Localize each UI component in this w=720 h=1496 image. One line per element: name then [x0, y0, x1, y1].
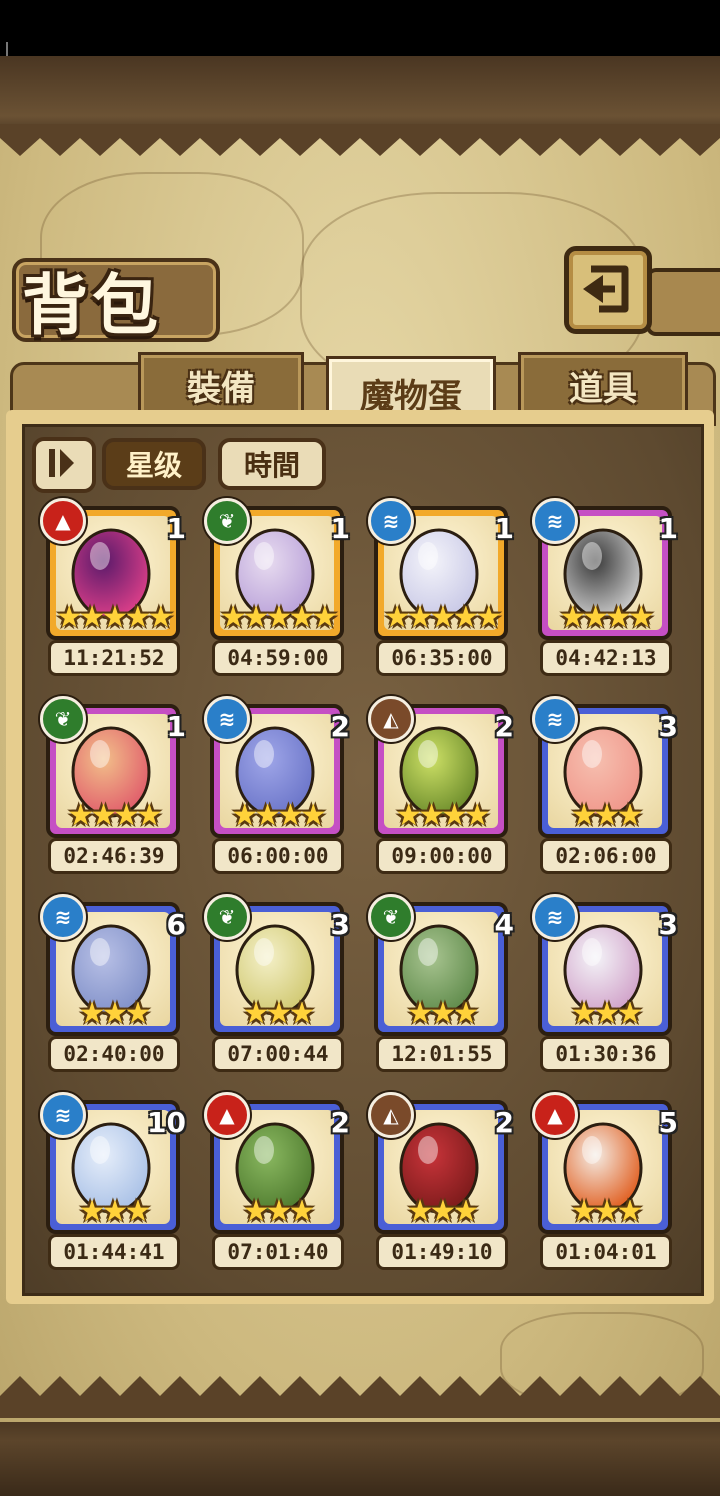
- egg-star-rating: ★★★: [406, 996, 480, 1031]
- egg-count: 5: [658, 1106, 678, 1139]
- monster-egg-card[interactable]: ❦ 3 ★★★ 07:00:44: [204, 894, 360, 1072]
- hatch-timer: 04:42:13: [540, 640, 672, 676]
- egg-count: 2: [330, 1106, 350, 1139]
- monster-egg-card[interactable]: ◭ 2 ★★★ 01:49:10: [368, 1092, 524, 1270]
- egg-count: 10: [147, 1106, 186, 1139]
- water-element-icon: ≋: [40, 1092, 86, 1138]
- monster-egg-card[interactable]: ▲ 1 ★★★★★ 11:21:52: [40, 498, 196, 676]
- monster-egg-card[interactable]: ≋ 1 ★★★★ 04:42:13: [532, 498, 688, 676]
- leaf-element-icon: ❦: [40, 696, 86, 742]
- egg-star-rating: ★★★: [570, 798, 644, 833]
- monster-egg-card[interactable]: ▲ 2 ★★★ 07:01:40: [204, 1092, 360, 1270]
- egg-star-rating: ★★★: [406, 1194, 480, 1229]
- egg-count: 1: [166, 512, 186, 545]
- egg-star-rating: ★★★: [242, 996, 316, 1031]
- hatch-timer: 02:40:00: [48, 1036, 180, 1072]
- hatch-timer: 01:44:41: [48, 1234, 180, 1270]
- egg-star-rating: ★★★★: [559, 600, 655, 635]
- leaf-element-icon: ❦: [204, 498, 250, 544]
- egg-star-rating: ★★★★★: [383, 600, 502, 635]
- egg-star-rating: ★★★★★: [55, 600, 174, 635]
- egg-count: 1: [330, 512, 350, 545]
- hatch-timer: 07:01:40: [212, 1234, 344, 1270]
- monster-egg-card[interactable]: ≋ 6 ★★★ 02:40:00: [40, 894, 196, 1072]
- torn-edge-top: [0, 124, 720, 156]
- water-element-icon: ≋: [40, 894, 86, 940]
- water-element-icon: ≋: [532, 894, 578, 940]
- hatch-timer: 02:46:39: [48, 838, 180, 874]
- egg-count: 4: [494, 908, 514, 941]
- earth-element-icon: ◭: [368, 696, 414, 742]
- monster-egg-card[interactable]: ≋ 1 ★★★★★ 06:35:00: [368, 498, 524, 676]
- hatch-timer: 04:59:00: [212, 640, 344, 676]
- egg-count: 3: [658, 710, 678, 743]
- hatch-timer: 01:04:01: [540, 1234, 672, 1270]
- egg-count: 1: [494, 512, 514, 545]
- status-bar: [0, 0, 720, 98]
- back-rail: [646, 268, 720, 336]
- page-title: 背包: [22, 266, 162, 344]
- hatch-timer: 06:00:00: [212, 838, 344, 874]
- water-element-icon: ≋: [532, 498, 578, 544]
- hatch-timer: 01:49:10: [376, 1234, 508, 1270]
- sort-direction-icon: [49, 449, 74, 477]
- egg-count: 2: [494, 1106, 514, 1139]
- hatch-timer: 07:00:44: [212, 1036, 344, 1072]
- water-element-icon: ≋: [204, 696, 250, 742]
- torn-edge-bottom: [0, 1376, 720, 1418]
- egg-count: 1: [166, 710, 186, 743]
- hatch-timer: 11:21:52: [48, 640, 180, 676]
- leaf-element-icon: ❦: [368, 894, 414, 940]
- egg-count: 3: [658, 908, 678, 941]
- hatch-timer: 06:35:00: [376, 640, 508, 676]
- egg-star-rating: ★★★: [78, 1194, 152, 1229]
- fire-element-icon: ▲: [40, 498, 86, 544]
- egg-star-rating: ★★★★: [67, 798, 163, 833]
- sort-by-star-button[interactable]: 星级: [102, 438, 206, 490]
- egg-count: 2: [494, 710, 514, 743]
- earth-element-icon: ◭: [368, 1092, 414, 1138]
- tab-equipment[interactable]: 裝備: [138, 352, 304, 418]
- monster-egg-card[interactable]: ◭ 2 ★★★★ 09:00:00: [368, 696, 524, 874]
- egg-star-rating: ★★★★: [395, 798, 491, 833]
- egg-star-rating: ★★★: [570, 996, 644, 1031]
- sort-by-time-button[interactable]: 時間: [218, 438, 326, 490]
- fire-element-icon: ▲: [532, 1092, 578, 1138]
- monster-egg-card[interactable]: ❦ 1 ★★★★★ 04:59:00: [204, 498, 360, 676]
- hatch-timer: 09:00:00: [376, 838, 508, 874]
- monster-egg-card[interactable]: ▲ 5 ★★★ 01:04:01: [532, 1092, 688, 1270]
- egg-star-rating: ★★★★: [231, 798, 327, 833]
- monster-egg-card[interactable]: ≋ 3 ★★★ 01:30:36: [532, 894, 688, 1072]
- egg-count: 6: [166, 908, 186, 941]
- tab-items[interactable]: 道具: [518, 352, 688, 418]
- hatch-timer: 01:30:36: [540, 1036, 672, 1072]
- egg-star-rating: ★★★: [78, 996, 152, 1031]
- back-button[interactable]: [564, 246, 652, 334]
- return-arrow-icon: [583, 265, 629, 313]
- monster-egg-card[interactable]: ≋ 10 ★★★ 01:44:41: [40, 1092, 196, 1270]
- egg-star-rating: ★★★★★: [219, 600, 338, 635]
- water-element-icon: ≋: [368, 498, 414, 544]
- egg-star-rating: ★★★: [242, 1194, 316, 1229]
- egg-star-rating: ★★★: [570, 1194, 644, 1229]
- water-element-icon: ≋: [532, 696, 578, 742]
- egg-count: 2: [330, 710, 350, 743]
- egg-count: 3: [330, 908, 350, 941]
- leaf-element-icon: ❦: [204, 894, 250, 940]
- monster-egg-card[interactable]: ≋ 2 ★★★★ 06:00:00: [204, 696, 360, 874]
- hatch-timer: 02:06:00: [540, 838, 672, 874]
- fire-element-icon: ▲: [204, 1092, 250, 1138]
- monster-egg-card[interactable]: ❦ 4 ★★★ 12:01:55: [368, 894, 524, 1072]
- hatch-timer: 12:01:55: [376, 1036, 508, 1072]
- monster-egg-card[interactable]: ❦ 1 ★★★★ 02:46:39: [40, 696, 196, 874]
- sort-order-toggle[interactable]: [32, 437, 96, 493]
- monster-egg-card[interactable]: ≋ 3 ★★★ 02:06:00: [532, 696, 688, 874]
- egg-count: 1: [658, 512, 678, 545]
